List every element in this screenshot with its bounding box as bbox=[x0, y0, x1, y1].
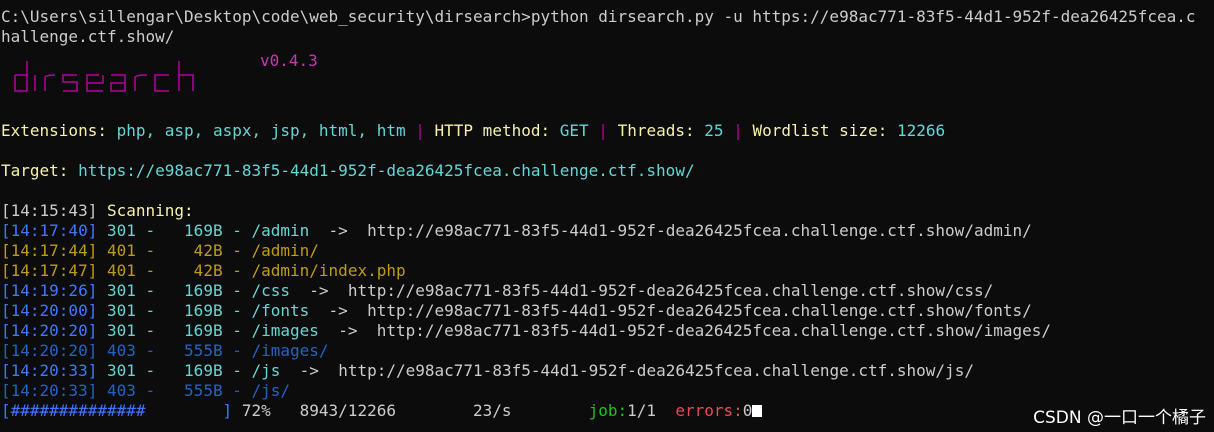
command-line: C:\Users\sillengar\Desktop\code\web_secu… bbox=[1, 7, 1201, 47]
progress-percent: 72% bbox=[241, 401, 271, 420]
scan-time: [14:15:43] bbox=[1, 201, 98, 220]
result-size: 169B - bbox=[184, 221, 242, 240]
result-redirect: -> http://e98ac771-83f5-44d1-952f-dea264… bbox=[328, 301, 1032, 320]
result-size: 555B - bbox=[184, 341, 242, 360]
result-status: 403 - bbox=[106, 381, 156, 400]
result-redirect: -> http://e98ac771-83f5-44d1-952f-dea264… bbox=[299, 361, 974, 380]
logo-row: dirsearch v0.4.3 bbox=[1, 51, 1200, 121]
text-cursor bbox=[752, 405, 763, 417]
result-row: [14:20:20] 403 - 555B - /images/ bbox=[1, 341, 1200, 361]
wordlist-value: 12266 bbox=[896, 121, 946, 140]
result-redirect: -> http://e98ac771-83f5-44d1-952f-dea264… bbox=[338, 321, 1052, 340]
result-time: [14:17:47] bbox=[1, 261, 98, 280]
result-time: [14:20:20] bbox=[1, 341, 98, 360]
result-row: [14:20:33] 403 - 555B - /js/ bbox=[1, 381, 1200, 401]
progress-count: 8943/12266 bbox=[299, 401, 396, 420]
method-label: HTTP method: bbox=[434, 121, 551, 140]
result-status: 401 - bbox=[106, 261, 156, 280]
result-size: 169B - bbox=[184, 321, 242, 340]
result-path: /css bbox=[251, 281, 291, 300]
terminal-window[interactable]: C:\Users\sillengar\Desktop\code\web_secu… bbox=[0, 0, 1200, 432]
errors-label: errors: bbox=[675, 401, 743, 420]
separator: | bbox=[733, 121, 743, 140]
version-label: v0.4.3 bbox=[260, 51, 318, 70]
separator: | bbox=[415, 121, 425, 140]
result-path: /fonts bbox=[251, 301, 310, 320]
result-path: /js bbox=[251, 361, 281, 380]
result-status: 403 - bbox=[106, 341, 156, 360]
wordlist-label: Wordlist size: bbox=[752, 121, 888, 140]
result-status: 401 - bbox=[106, 241, 156, 260]
threads-value: 25 bbox=[704, 121, 724, 140]
extensions-label: Extensions: bbox=[1, 121, 107, 140]
job-label: job: bbox=[588, 401, 628, 420]
result-path: /images bbox=[251, 321, 319, 340]
method-value: GET bbox=[559, 121, 589, 140]
result-redirect: -> http://e98ac771-83f5-44d1-952f-dea264… bbox=[328, 221, 1032, 240]
progress-bar: [############## ] bbox=[1, 401, 233, 420]
result-size: 42B - bbox=[184, 241, 242, 260]
scanning-line: [14:15:43] Scanning: bbox=[1, 201, 1200, 221]
result-path: /images/ bbox=[251, 341, 329, 360]
separator: | bbox=[598, 121, 608, 140]
result-redirect: -> http://e98ac771-83f5-44d1-952f-dea264… bbox=[309, 281, 994, 300]
threads-label: Threads: bbox=[617, 121, 695, 140]
result-row: [14:17:40] 301 - 169B - /admin -> http:/… bbox=[1, 221, 1200, 241]
result-path: /js/ bbox=[251, 381, 291, 400]
job-value: 1/1 bbox=[627, 401, 657, 420]
result-status: 301 - bbox=[106, 301, 156, 320]
result-size: 169B - bbox=[184, 301, 242, 320]
dirsearch-logo: dirsearch bbox=[14, 61, 194, 92]
config-line: Extensions: php, asp, aspx, jsp, html, h… bbox=[1, 121, 1200, 141]
result-row: [14:20:20] 301 - 169B - /images -> http:… bbox=[1, 321, 1200, 341]
result-status: 301 - bbox=[106, 281, 156, 300]
result-row: [14:20:00] 301 - 169B - /fonts -> http:/… bbox=[1, 301, 1200, 321]
target-label: Target: bbox=[1, 161, 69, 180]
result-time: [14:17:40] bbox=[1, 221, 98, 240]
result-path: /admin bbox=[251, 221, 310, 240]
scrollbar[interactable] bbox=[1200, 0, 1214, 432]
scan-status: Scanning: bbox=[106, 201, 194, 220]
result-row: [14:20:33] 301 - 169B - /js -> http://e9… bbox=[1, 361, 1200, 381]
errors-value: 0 bbox=[742, 401, 753, 420]
result-time: [14:19:26] bbox=[1, 281, 98, 300]
result-path: /admin/ bbox=[251, 241, 319, 260]
result-status: 301 - bbox=[106, 361, 156, 380]
result-row: [14:19:26] 301 - 169B - /css -> http://e… bbox=[1, 281, 1200, 301]
result-status: 301 - bbox=[106, 321, 156, 340]
result-size: 555B - bbox=[184, 381, 242, 400]
result-size: 169B - bbox=[184, 281, 242, 300]
progress-rate: 23/s bbox=[473, 401, 512, 420]
target-line: Target: https://e98ac771-83f5-44d1-952f-… bbox=[1, 161, 1200, 181]
result-row: [14:17:44] 401 - 42B - /admin/ bbox=[1, 241, 1200, 261]
target-url[interactable]: https://e98ac771-83f5-44d1-952f-dea26425… bbox=[78, 161, 695, 180]
progress-line: [############## ] 72% 8943/12266 23/s jo… bbox=[1, 401, 1200, 421]
result-time: [14:20:20] bbox=[1, 321, 98, 340]
result-size: 169B - bbox=[184, 361, 242, 380]
result-time: [14:20:33] bbox=[1, 361, 98, 380]
extensions-value: php, asp, aspx, jsp, html, htm bbox=[116, 121, 406, 140]
result-time: [14:20:00] bbox=[1, 301, 98, 320]
watermark: CSDN @一口一个橘子 bbox=[1033, 408, 1206, 428]
result-row: [14:17:47] 401 - 42B - /admin/index.php bbox=[1, 261, 1200, 281]
result-time: [14:17:44] bbox=[1, 241, 98, 260]
result-size: 42B - bbox=[184, 261, 242, 280]
result-status: 301 - bbox=[106, 221, 156, 240]
command-prompt: C:\Users\sillengar\Desktop\code\web_secu… bbox=[1, 7, 531, 26]
result-time: [14:20:33] bbox=[1, 381, 98, 400]
result-path: /admin/index.php bbox=[251, 261, 406, 280]
